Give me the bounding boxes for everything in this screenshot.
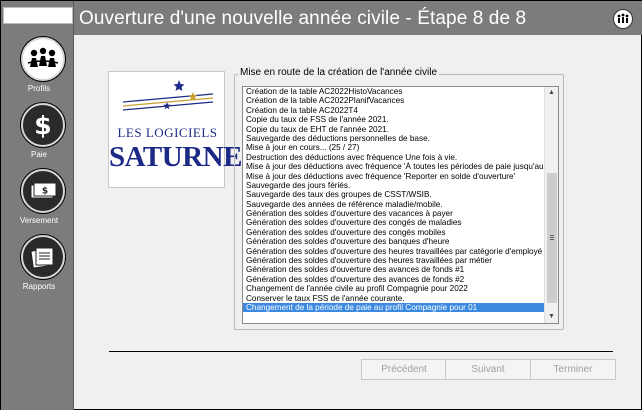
list-item[interactable]: Création de la table AC2022PlanifVacance… — [243, 96, 545, 105]
list-item[interactable]: Sauvegarde des jours fériés. — [243, 181, 545, 190]
company-logo: LES LOGICIELS SATURNE — [108, 71, 242, 188]
logo-stars-icon — [122, 80, 214, 111]
logo-text-main: SATURNE — [109, 141, 242, 173]
progress-log-list[interactable]: Création de la table AC2022HistoVacances… — [242, 86, 559, 324]
sidebar-item-paie[interactable]: $ Paie — [1, 103, 73, 169]
groupbox-legend: Mise en route de la création de l'année … — [238, 67, 440, 78]
previous-button[interactable]: Précédent — [361, 359, 447, 380]
sidebar: Profils $ Paie $ Versement Rapports — [1, 1, 74, 410]
dollar-icon: $ — [21, 103, 65, 147]
svg-text:$: $ — [42, 187, 48, 197]
sidebar-item-label: Versement — [19, 216, 59, 225]
scroll-down-icon[interactable]: ▼ — [545, 311, 558, 323]
list-item[interactable]: Mise à jour des déductions avec fréquenc… — [243, 172, 545, 181]
logo-text-top: LES LOGICIELS — [117, 125, 218, 140]
list-item[interactable]: Sauvegarde des déductions personnelles d… — [243, 134, 545, 143]
list-item[interactable]: Sauvegarde des années de référence malad… — [243, 200, 545, 209]
list-item[interactable]: Génération des soldes d'ouverture des av… — [243, 265, 545, 274]
people-icon — [21, 37, 65, 81]
list-item[interactable]: Génération des soldes d'ouverture des he… — [243, 256, 545, 265]
list-item[interactable]: Génération des soldes d'ouverture des co… — [243, 228, 545, 237]
scroll-thumb[interactable] — [547, 173, 557, 303]
list-item[interactable]: Génération des soldes d'ouverture des av… — [243, 275, 545, 284]
sidebar-item-profils[interactable]: Profils — [1, 37, 73, 103]
money-icon: $ — [21, 169, 65, 213]
list-item[interactable]: Conserver le taux FSS de l'année courant… — [243, 294, 545, 303]
list-item[interactable]: Mise à jour des déductions avec fréquenc… — [243, 162, 545, 171]
sidebar-item-label: Rapports — [22, 282, 56, 291]
list-item[interactable]: Génération des soldes d'ouverture des co… — [243, 218, 545, 227]
scroll-grip-line — [550, 239, 554, 240]
list-item[interactable]: Changement de l'année civile au profil C… — [243, 284, 545, 293]
sidebar-header-box — [3, 7, 73, 24]
reports-icon — [21, 235, 65, 279]
sidebar-item-label: Profils — [27, 84, 51, 93]
svg-text:$: $ — [34, 111, 51, 140]
list-item[interactable]: Changement de la période de paie au prof… — [243, 302, 545, 313]
list-item[interactable]: Sauvegarde des taux des groupes de CSST/… — [243, 190, 545, 199]
list-item[interactable]: Mise à jour en cours... (25 / 27) — [243, 143, 545, 152]
scroll-grip-line — [550, 237, 554, 238]
list-item[interactable]: Création de la table AC2022HistoVacances — [243, 87, 545, 96]
list-item[interactable]: Création de la table AC2022T4 — [243, 106, 545, 115]
finish-button[interactable]: Terminer — [530, 359, 616, 380]
scroll-grip-line — [550, 235, 554, 236]
button-separator — [109, 351, 613, 352]
list-item[interactable]: Génération des soldes d'ouverture des he… — [243, 247, 545, 256]
sidebar-item-label: Paie — [30, 150, 47, 159]
list-item[interactable]: Copie du taux de EHT de l'année 2021. — [243, 125, 545, 134]
list-item[interactable]: Génération des soldes d'ouverture des ba… — [243, 237, 545, 246]
list-item[interactable]: Copie du taux de FSS de l'année 2021. — [243, 115, 545, 124]
page-title: Ouverture d'une nouvelle année civile - … — [79, 8, 527, 29]
list-item[interactable]: Génération des soldes d'ouverture des va… — [243, 209, 545, 218]
scroll-up-icon[interactable]: ▲ — [545, 87, 558, 99]
log-items: Création de la table AC2022HistoVacances… — [243, 87, 545, 313]
list-item[interactable]: Destruction des déductions avec fréquenc… — [243, 153, 545, 162]
app-logo-icon[interactable] — [613, 9, 633, 29]
sidebar-item-rapports[interactable]: Rapports — [1, 235, 73, 301]
next-button[interactable]: Suivant — [445, 359, 531, 380]
app-window: Profils $ Paie $ Versement Rapports Ouve… — [0, 0, 642, 410]
sidebar-item-versement[interactable]: $ Versement — [1, 169, 73, 235]
vertical-scrollbar[interactable]: ▲ ▼ — [544, 87, 558, 323]
title-bar: Ouverture d'une nouvelle année civile - … — [74, 1, 642, 35]
